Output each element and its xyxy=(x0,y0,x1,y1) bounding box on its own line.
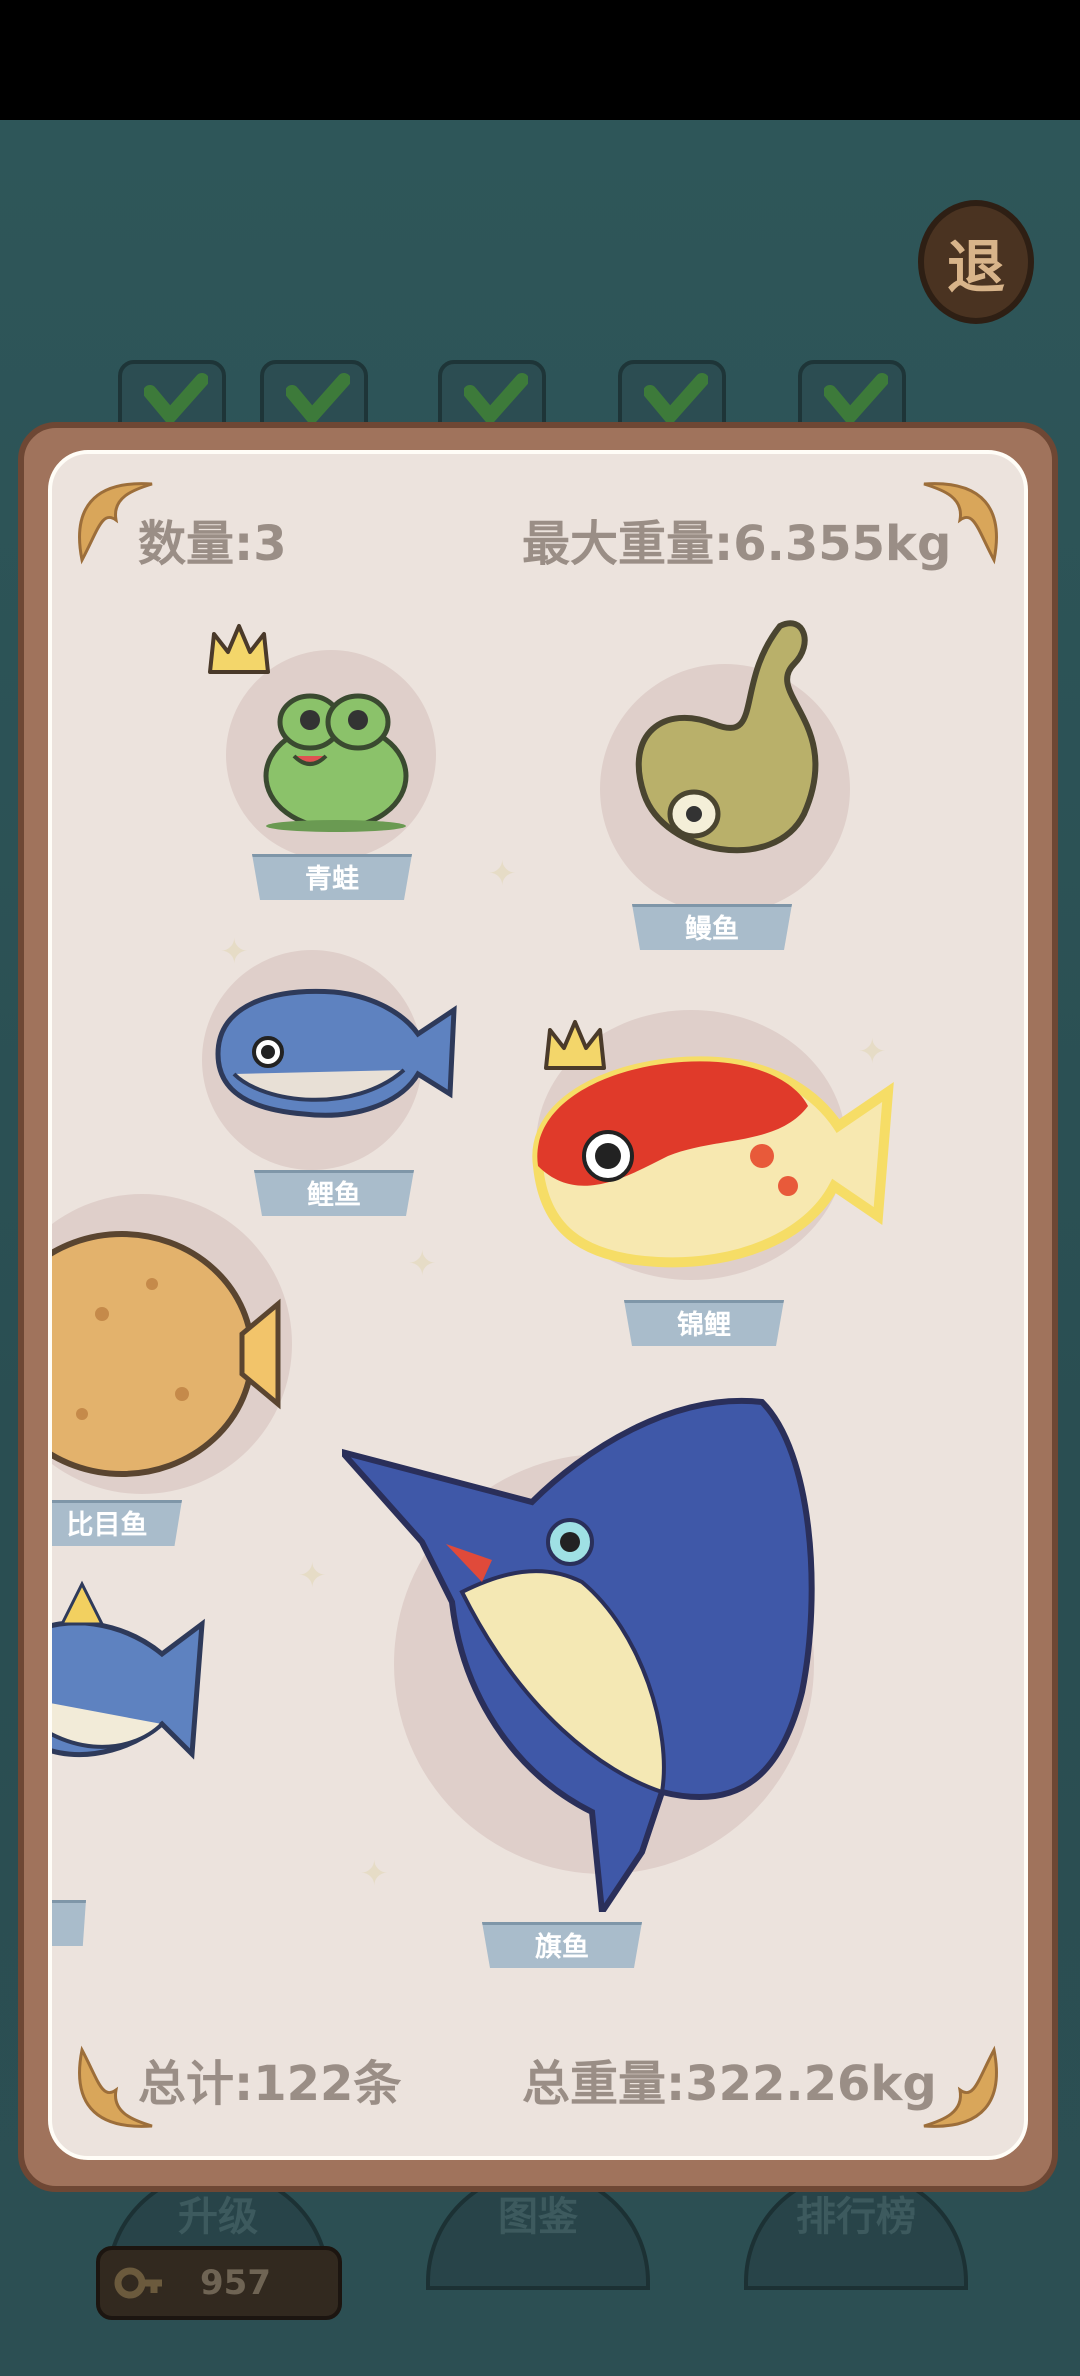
tab-4[interactable] xyxy=(618,360,726,430)
checkmark-icon xyxy=(144,373,208,427)
tab-3[interactable] xyxy=(438,360,546,430)
flatfish-sprite xyxy=(52,1231,281,1477)
tuna-sprite xyxy=(52,1580,205,1760)
collection-panel: 数量:3 最大重量:6.355kg 总计:122条 总重量:322.26kg ✦… xyxy=(48,450,1028,2160)
marlin-sprite xyxy=(342,1397,815,1912)
status-bar xyxy=(0,0,1080,120)
fish-label: 锦鲤 xyxy=(624,1300,784,1346)
eel-sprite xyxy=(635,620,819,854)
checkmark-icon xyxy=(644,373,708,427)
fish-label: 鳗鱼 xyxy=(632,904,792,950)
exit-button[interactable]: 退 xyxy=(918,200,1034,324)
carp-sprite xyxy=(215,988,457,1118)
tab-2[interactable] xyxy=(260,360,368,430)
tab-5[interactable] xyxy=(798,360,906,430)
category-tabs xyxy=(118,360,918,430)
fish-label: 青蛙 xyxy=(252,854,412,900)
total-weight-stat: 总重量:322.26kg xyxy=(522,2056,937,2112)
coin-counter: 957 xyxy=(96,2246,342,2320)
count-stat: 数量:3 xyxy=(138,516,287,572)
star-decoration: ✦ xyxy=(488,854,517,894)
total-count-stat: 总计:122条 xyxy=(138,2056,402,2112)
checkmark-icon xyxy=(824,373,888,427)
tab-1[interactable] xyxy=(118,360,226,430)
fish-label: 鲤鱼 xyxy=(254,1170,414,1216)
max-weight-stat: 最大重量:6.355kg xyxy=(522,516,952,572)
key-icon xyxy=(114,2267,162,2299)
fish-label-partial xyxy=(52,1900,86,1946)
star-decoration: ✦ xyxy=(220,932,249,972)
fish-label: 旗鱼 xyxy=(482,1922,642,1968)
frog-sprite xyxy=(263,693,409,832)
crown-icon xyxy=(208,624,270,674)
star-decoration: ✦ xyxy=(298,1556,327,1596)
coin-value: 957 xyxy=(200,2263,271,2303)
koi-sprite xyxy=(532,1056,894,1268)
fish-label: 比目鱼 xyxy=(52,1500,182,1546)
checkmark-icon xyxy=(286,373,350,427)
star-decoration: ✦ xyxy=(408,1244,437,1284)
checkmark-icon xyxy=(464,373,528,427)
